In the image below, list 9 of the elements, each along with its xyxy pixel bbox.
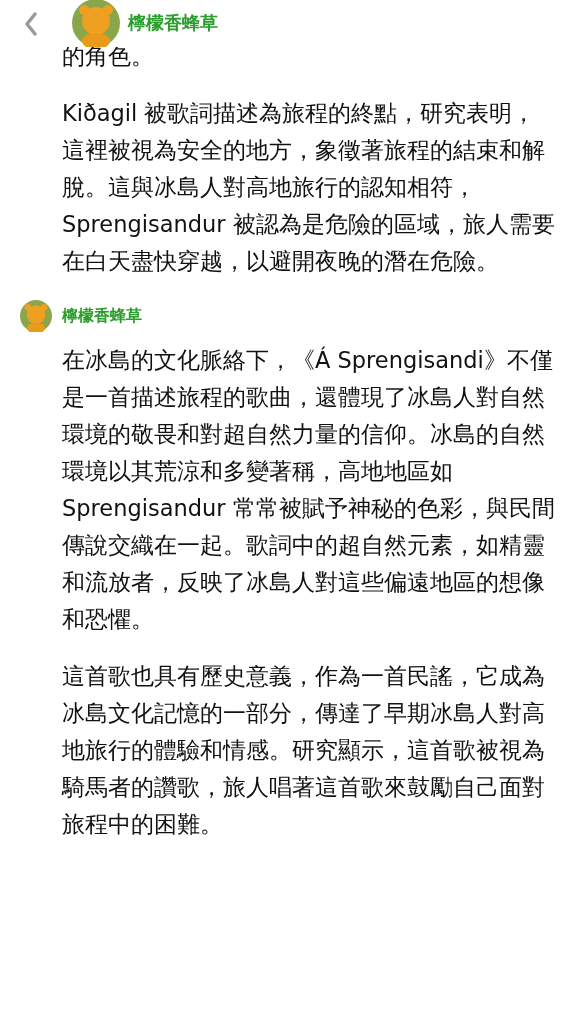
message-text: 這首歌也具有歷史意義，作為一首民謠，它成為冰島文化記憶的一部分，傳達了早期冰島人對高地旅行的體驗和情感。研究顯示，這首歌被視為騎馬者的讚歌，旅人唱著這首歌來鼓勵自己面對旅程中的困難。 [62,662,546,839]
message-text: Kiðagil 被歌詞描述為旅程的終點，研究表明，這裡被視為安全的地方，象徵著旅程的結束和解脫。這與冰島人對高地旅行的認知相符，Sprengisandur 被認為是危險的區域，旅人需要在白天盡快穿越，以避開夜晚的潛在危險。 [62,99,555,276]
message-text: 的角色。 [62,42,155,71]
contact-name: 檸檬香蜂草 [128,11,218,35]
sender-name: 檸檬香蜂草 [62,305,142,327]
back-icon[interactable] [24,12,38,36]
message-text: 在冰島的文化脈絡下，《Á Sprengisandi》不僅是一首描述旅程的歌曲，還體現了冰島人對自然環境的敬畏和對超自然力量的信仰。冰島的自然環境以其荒涼和多變著稱，高地地區如 Sprengisandur 常常被賦予神秘的色彩，與民間傳說交織在一起。歌詞中的超自然元素，如精靈和流放者，反映了冰島人對這些偏遠地區的想像和恐懼。 [62,345,555,634]
avatar[interactable] [20,300,52,332]
avatar[interactable] [72,0,120,47]
